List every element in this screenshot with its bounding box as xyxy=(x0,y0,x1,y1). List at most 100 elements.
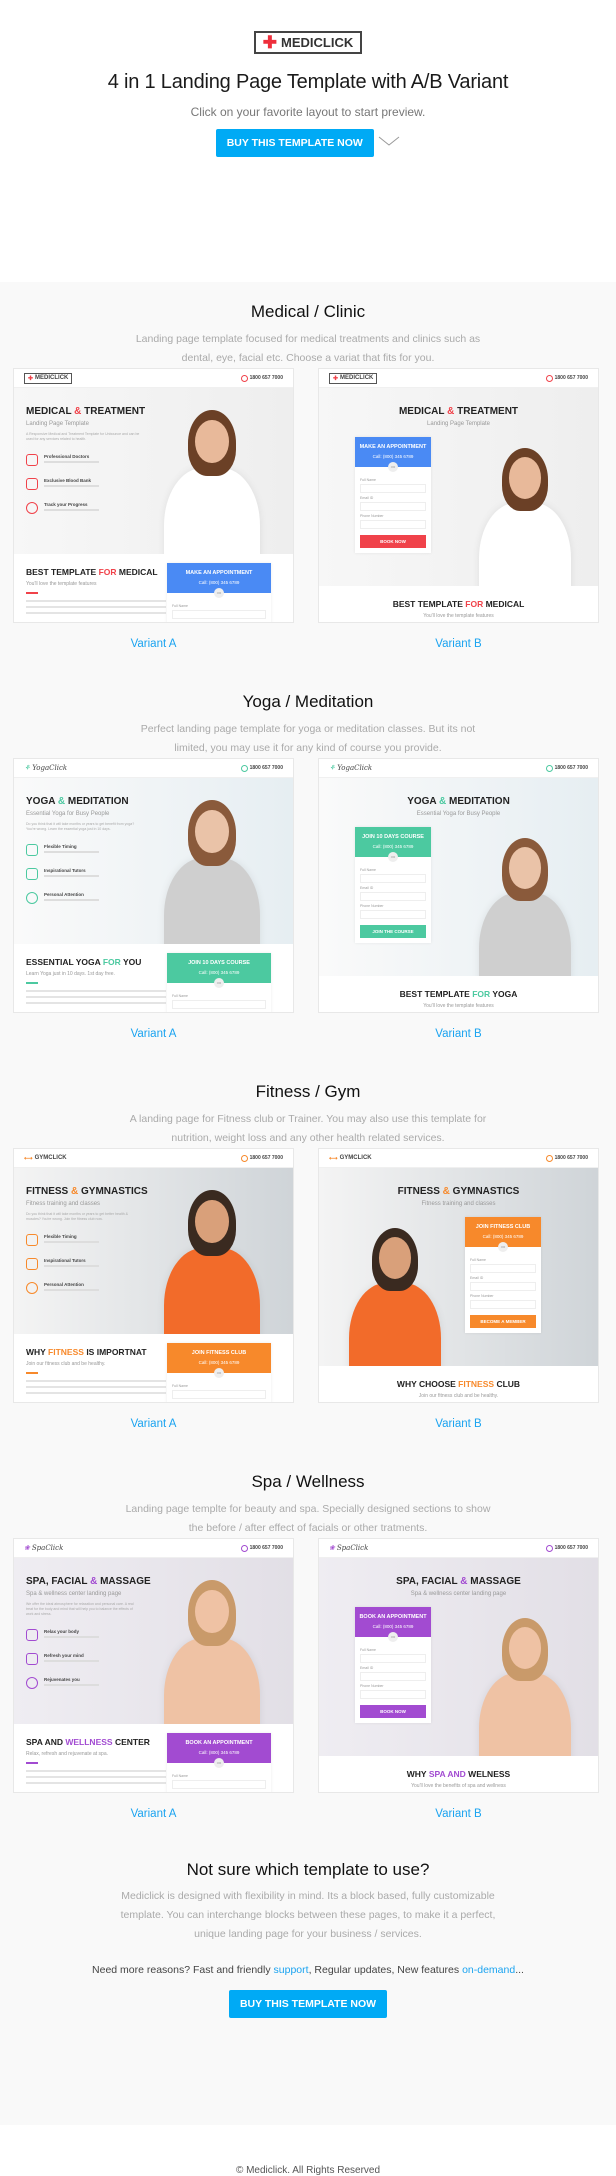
bottom-title: WHY CHOOSE FITNESS CLUB xyxy=(319,1379,598,1389)
variant-b-link[interactable]: Variant B xyxy=(318,1418,599,1430)
form-input[interactable] xyxy=(172,610,266,619)
form-submit-button[interactable]: BOOK NOW xyxy=(360,1705,426,1718)
form-input[interactable] xyxy=(172,1390,266,1399)
section-title: Fitness / Gym xyxy=(255,1082,361,1101)
variant-a-preview[interactable]: ❀ SpaClick 1800 657 7000 SPA, FACIAL & MASS… xyxy=(13,1538,294,1793)
hero-section: FITNESS & GYMNASTICS Fitness training and… xyxy=(319,1168,598,1366)
field-label: Full Name xyxy=(360,478,376,482)
mock-logo-text: MEDICLICK xyxy=(340,375,374,381)
mock-logo: ✚ MEDICLICK xyxy=(24,372,73,384)
form-title: BOOK AN APPOINTMENT xyxy=(185,1740,253,1746)
mock-header: ⚘ YogaClick 1800 657 7000 xyxy=(14,759,293,778)
title-part: ESSENTIAL YOGA xyxy=(26,957,103,967)
hero-subtitle: Fitness training and classes xyxy=(421,1201,496,1207)
title-part: BEST TEMPLATE xyxy=(392,599,466,609)
phone-number: 1800 657 7000 xyxy=(554,1155,588,1161)
form-header: JOIN 10 DAYS COURSE Call: (800) 345 6789 O… xyxy=(167,953,271,988)
hero-title: FITNESS & GYMNASTICS xyxy=(26,1186,281,1197)
feature-desc xyxy=(44,461,99,463)
variant-a-preview[interactable]: ⚘ YogaClick 1800 657 7000 YOGA & MEDITATION… xyxy=(13,758,294,1013)
form-input[interactable] xyxy=(360,1654,426,1663)
form-input[interactable] xyxy=(470,1264,536,1273)
yoga-figure-icon: ⚘ xyxy=(24,764,31,772)
buy-template-button-bottom[interactable]: BUY THIS TEMPLATE NOW xyxy=(228,1990,388,2018)
variant-b-link[interactable]: Variant B xyxy=(318,1808,599,1820)
field-label: Full Name xyxy=(360,1648,376,1652)
chevron-down-icon[interactable] xyxy=(378,136,400,146)
buy-template-button[interactable]: BUY THIS TEMPLATE NOW xyxy=(215,129,374,157)
photo-body xyxy=(164,1247,260,1334)
title-part: BEST TEMPLATE xyxy=(26,567,99,577)
form-body: Full Name Email ID Phone Number BECOME A ME… xyxy=(465,1247,541,1333)
form-submit-button[interactable]: JOIN THE COURSE xyxy=(360,925,426,938)
support-link[interactable]: support xyxy=(274,1964,309,1976)
variant-a-link[interactable]: Variant A xyxy=(13,1808,294,1820)
form-input[interactable] xyxy=(360,1672,426,1681)
feature-text: Track your Progress xyxy=(44,502,99,511)
mock-logo: ⚘ YogaClick xyxy=(24,764,67,772)
photo-face xyxy=(195,1589,229,1633)
on-demand-link[interactable]: on-demand xyxy=(462,1964,515,1976)
or-badge: OR xyxy=(498,1242,508,1252)
variant-b-preview[interactable]: ❀ SpaClick 1800 657 7000 SPA, FACIAL & MASS… xyxy=(318,1538,599,1793)
or-badge: OR xyxy=(214,1758,224,1768)
text-line xyxy=(26,1391,166,1394)
variant-b-preview[interactable]: ✚ MEDICLICK 1800 657 7000 MEDICAL & TREATME… xyxy=(318,368,599,623)
form-input[interactable] xyxy=(360,1690,426,1699)
bottom-section: BEST TEMPLATE FOR YOGA You'll love the te… xyxy=(319,976,598,1012)
variant-b-preview[interactable]: ⟷ GYMCLICK 1800 657 7000 FITNESS & GYMNASTI… xyxy=(318,1148,599,1403)
form-input[interactable] xyxy=(360,484,426,493)
title-part: FITNESS xyxy=(458,1379,495,1389)
variant-b-preview[interactable]: ⚘ YogaClick 1800 657 7000 YOGA & MEDITATION… xyxy=(318,758,599,1013)
variant-cards: ⚘ YogaClick 1800 657 7000 YOGA & MEDITATION… xyxy=(13,758,599,1013)
reasons-pre: Need more reasons? Fast and friendly xyxy=(92,1964,274,1976)
variant-b-link[interactable]: Variant B xyxy=(318,1028,599,1040)
logo-text: MEDICLICK xyxy=(281,35,354,50)
feature-text: Inspirational Tutors xyxy=(44,868,99,877)
title-part: WHY CHOOSE xyxy=(396,1379,459,1389)
hero-section: MEDICAL & TREATMENT Landing Page Template… xyxy=(14,388,293,554)
title-part: FITNESS xyxy=(48,1347,84,1357)
or-badge: OR xyxy=(214,978,224,988)
mock-phone: 1800 657 7000 xyxy=(240,1544,283,1552)
form-input[interactable] xyxy=(172,1780,266,1789)
mock-phone: 1800 657 7000 xyxy=(545,1154,588,1162)
photo-body xyxy=(164,1637,260,1724)
variant-a-link[interactable]: Variant A xyxy=(13,638,294,650)
form-input[interactable] xyxy=(360,502,426,511)
form-input[interactable] xyxy=(360,892,426,901)
mock-logo-text: GYMCLICK xyxy=(34,1155,67,1161)
bottom-text xyxy=(26,599,166,614)
variant-a-link[interactable]: Variant A xyxy=(13,1028,294,1040)
mock-header: ✚ MEDICLICK 1800 657 7000 xyxy=(319,369,598,388)
form-input[interactable] xyxy=(360,910,426,919)
phone-icon xyxy=(545,764,553,772)
field-label: Full Name xyxy=(172,1774,188,1778)
form-submit-button[interactable]: BECOME A MEMBER xyxy=(470,1315,536,1328)
text-line xyxy=(26,611,166,614)
feature-desc xyxy=(44,1289,99,1291)
mock-logo: ✚ MEDICLICK xyxy=(329,372,378,384)
form-input[interactable] xyxy=(470,1282,536,1291)
form-submit-button[interactable]: BOOK NOW xyxy=(360,535,426,548)
form-input[interactable] xyxy=(360,874,426,883)
variant-a-link[interactable]: Variant A xyxy=(13,1418,294,1430)
mock-logo: ⚘ YogaClick xyxy=(329,764,372,772)
bottom-subtitle: You'll love the template features xyxy=(423,613,494,619)
section-desc: A landing page for Fitness club or Train… xyxy=(129,1113,487,1144)
variant-b-link[interactable]: Variant B xyxy=(318,638,599,650)
form-title: BOOK AN APPOINTMENT xyxy=(359,1614,427,1620)
field-label: Email ID xyxy=(470,1276,484,1280)
field-label: Full Name xyxy=(470,1258,486,1262)
variant-a-preview[interactable]: ⟷ GYMCLICK 1800 657 7000 FITNESS & GYMNASTI… xyxy=(13,1148,294,1403)
feature-icon xyxy=(26,1258,38,1270)
text-line xyxy=(26,1769,166,1772)
title-part: CLUB xyxy=(494,1379,521,1389)
page-header: ✚ MEDICLICK 4 in 1 Landing Page Template … xyxy=(0,0,616,282)
mock-logo-text: SpaClick xyxy=(31,1544,64,1552)
variant-a-preview[interactable]: ✚ MEDICLICK 1800 657 7000 MEDICAL & TREATME… xyxy=(13,368,294,623)
form-input[interactable] xyxy=(470,1300,536,1309)
form-input[interactable] xyxy=(172,1000,266,1009)
form-input[interactable] xyxy=(360,520,426,529)
mock-phone: 1800 657 7000 xyxy=(545,374,588,382)
